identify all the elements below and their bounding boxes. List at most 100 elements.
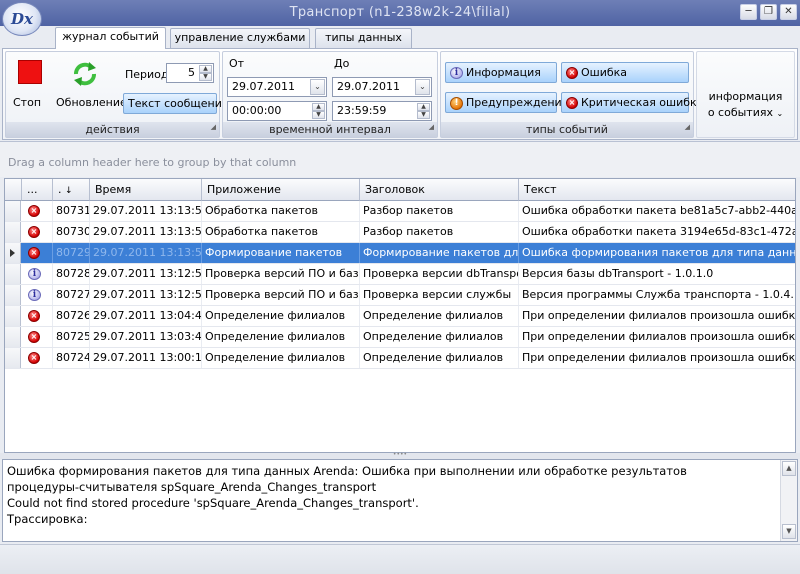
groupby-panel[interactable]: Drag a column header here to group by th… xyxy=(0,141,800,177)
cell-title: Определение филиалов xyxy=(360,306,519,326)
scroll-down-icon[interactable]: ▼ xyxy=(782,524,796,539)
table-row[interactable]: i 80727 29.07.2011 13:12:50 Проверка версий… xyxy=(5,285,795,306)
cell-title: Определение филиалов xyxy=(360,348,519,368)
row-indicator[interactable] xyxy=(5,306,21,326)
header-title[interactable]: Заголовок xyxy=(360,179,519,201)
cell-title: Проверка версии службы xyxy=(360,285,519,305)
cell-title: Разбор пакетов xyxy=(360,201,519,221)
from-label: От xyxy=(229,57,245,70)
cell-id: 80725 xyxy=(53,327,90,347)
row-indicator[interactable] xyxy=(5,222,21,242)
app-logo[interactable]: Dx xyxy=(2,2,42,36)
refresh-button[interactable]: Обновление xyxy=(54,56,127,112)
cell-time: 29.07.2011 13:04:49 xyxy=(90,306,202,326)
cell-application: Определение филиалов xyxy=(202,306,360,326)
table-row[interactable]: × 80730 29.07.2011 13:13:53 Обработка пакет… xyxy=(5,222,795,243)
table-row[interactable]: × 80725 29.07.2011 13:03:47 Определение фил… xyxy=(5,327,795,348)
scroll-up-icon[interactable]: ▲ xyxy=(782,461,796,476)
error-icon: × xyxy=(28,226,40,238)
table-row[interactable]: × 80724 29.07.2011 13:00:15 Определение фил… xyxy=(5,348,795,369)
chevron-down-icon[interactable]: ⌄ xyxy=(415,79,430,95)
from-date-field[interactable]: 29.07.2011 ⌄ xyxy=(227,77,327,97)
cell-time: 29.07.2011 13:12:50 xyxy=(90,264,202,284)
row-indicator[interactable] xyxy=(5,348,21,368)
close-button[interactable]: ✕ xyxy=(780,4,797,20)
cell-title: Определение филиалов xyxy=(360,327,519,347)
from-time-field[interactable]: 00:00:00 ▲ ▼ xyxy=(227,101,327,121)
cell-id: 80730 xyxy=(53,222,90,242)
spin-down-icon[interactable]: ▼ xyxy=(312,111,325,119)
cell-time: 29.07.2011 13:12:50 xyxy=(90,285,202,305)
critical-filter-button[interactable]: × Критическая ошибка xyxy=(561,92,703,113)
detail-line: процедуры-считывателя spSquare_Arenda_Ch… xyxy=(7,480,377,494)
warning-filter-button[interactable]: ! Предупреждение xyxy=(445,92,568,113)
actions-launcher-icon[interactable]: ◢ xyxy=(211,120,216,135)
cell-type: × xyxy=(22,306,53,326)
event-types-launcher-icon[interactable]: ◢ xyxy=(685,120,690,135)
info-filter-button[interactable]: i Информация xyxy=(445,62,557,83)
spin-up-icon[interactable]: ▲ xyxy=(312,103,325,111)
groupby-hint: Drag a column header here to group by th… xyxy=(8,156,297,169)
row-indicator[interactable] xyxy=(5,327,21,347)
error-filter-button[interactable]: × Ошибка xyxy=(561,62,689,83)
event-types-group: i Информация × Ошибка ! Предупреждение × Кри… xyxy=(440,51,703,138)
cell-application: Проверка версий ПО и баз ... xyxy=(202,285,360,305)
sort-desc-icon: ↓ xyxy=(65,186,73,196)
to-time-field[interactable]: 23:59:59 ▲ ▼ xyxy=(332,101,432,121)
detail-scrollbar[interactable]: ▲ ▼ xyxy=(780,460,797,541)
ribbon: Стоп Обновление Период 5 ▲ ▼ Текст сообщ… xyxy=(2,48,798,140)
spin-up-icon[interactable]: ▲ xyxy=(199,65,212,73)
cell-id: 80724 xyxy=(53,348,90,368)
cell-text: Ошибка формирования пакетов для типа дан… xyxy=(519,243,795,263)
minimize-button[interactable]: ─ xyxy=(740,4,757,20)
cell-title: Формирование пакетов для... xyxy=(360,243,519,263)
table-row[interactable]: i 80728 29.07.2011 13:12:50 Проверка версий… xyxy=(5,264,795,285)
event-detail-text[interactable]: Ошибка формирования пакетов для типа дан… xyxy=(2,459,798,542)
cell-text: Ошибка обработки пакета 3194e65d-83c1-47… xyxy=(519,222,795,242)
error-icon: × xyxy=(566,67,578,79)
header-time[interactable]: Время xyxy=(90,179,202,201)
spin-down-icon[interactable]: ▼ xyxy=(417,111,430,119)
tab-service-management[interactable]: управление службами xyxy=(170,28,310,48)
refresh-icon xyxy=(70,59,100,89)
message-text-button[interactable]: Текст сообщения xyxy=(123,93,228,114)
detail-line: Ошибка формирования пакетов для типа дан… xyxy=(7,464,687,478)
table-row[interactable]: × 80729 29.07.2011 13:13:52 Формирование па… xyxy=(5,243,795,264)
status-bar xyxy=(0,544,800,574)
cell-id: 80729 xyxy=(53,243,90,263)
period-spinner[interactable]: 5 ▲ ▼ xyxy=(166,63,214,83)
header-icon[interactable]: ... xyxy=(22,179,53,201)
cell-id: 80726 xyxy=(53,306,90,326)
header-id[interactable]: . ↓ xyxy=(53,179,90,201)
row-indicator[interactable] xyxy=(5,201,21,221)
error-icon: × xyxy=(28,247,40,259)
row-indicator[interactable] xyxy=(5,243,21,263)
event-types-caption: типы событий ◢ xyxy=(441,122,693,137)
tab-event-log[interactable]: журнал событий xyxy=(55,27,166,49)
events-grid[interactable]: ... . ↓ Время Приложение Заголовок Текст… xyxy=(4,178,796,453)
chevron-down-icon: ⌄ xyxy=(776,109,784,118)
event-info-button[interactable]: информация о событиях ⌄ xyxy=(696,51,795,138)
maximize-button[interactable]: ❐ xyxy=(760,4,777,20)
row-indicator[interactable] xyxy=(5,285,21,305)
row-indicator[interactable] xyxy=(5,264,21,284)
to-date-field[interactable]: 29.07.2011 ⌄ xyxy=(332,77,432,97)
stop-icon xyxy=(18,60,42,84)
cell-application: Проверка версий ПО и баз ... xyxy=(202,264,360,284)
header-application[interactable]: Приложение xyxy=(202,179,360,201)
spin-up-icon[interactable]: ▲ xyxy=(417,103,430,111)
spin-down-icon[interactable]: ▼ xyxy=(199,73,212,81)
stop-button[interactable]: Стоп xyxy=(10,56,50,112)
info-icon: i xyxy=(450,67,463,79)
header-text[interactable]: Текст xyxy=(519,179,795,201)
chevron-down-icon[interactable]: ⌄ xyxy=(310,79,325,95)
table-row[interactable]: × 80731 29.07.2011 13:13:53 Обработка пакет… xyxy=(5,201,795,222)
info-icon: i xyxy=(28,268,41,280)
info-icon: i xyxy=(28,289,41,301)
cell-type: × xyxy=(22,201,53,221)
time-launcher-icon[interactable]: ◢ xyxy=(429,120,434,135)
actions-caption: действия ◢ xyxy=(6,122,219,137)
cell-text: Ошибка обработки пакета be81a5c7-abb2-44… xyxy=(519,201,795,221)
table-row[interactable]: × 80726 29.07.2011 13:04:49 Определение фил… xyxy=(5,306,795,327)
tab-data-types[interactable]: типы данных xyxy=(315,28,412,48)
